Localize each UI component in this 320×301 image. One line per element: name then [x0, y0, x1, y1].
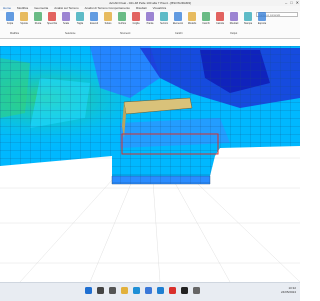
tool-label: Sezioni [160, 22, 168, 25]
grid-icon[interactable] [132, 12, 140, 21]
system-tray[interactable]: 10:32 24/05/2024 [281, 286, 296, 294]
search-icon[interactable] [97, 287, 104, 294]
loads-icon[interactable] [202, 12, 210, 21]
copy-icon[interactable] [6, 12, 14, 21]
cad-app-icon[interactable] [169, 287, 176, 294]
task-view-icon[interactable] [109, 287, 116, 294]
rotate-icon[interactable] [34, 12, 42, 21]
tool-label: Verifica [118, 22, 126, 25]
scale-icon[interactable] [62, 12, 70, 21]
check-icon[interactable] [118, 12, 126, 21]
tool-label: Elemento [172, 22, 184, 25]
tool-label: Copia [6, 22, 14, 25]
calculate-icon[interactable] [216, 12, 224, 21]
extend-icon[interactable] [90, 12, 98, 21]
ribbon-group-label: Selezione [65, 32, 76, 35]
tool-label: Scala [63, 22, 69, 25]
edge-icon[interactable] [133, 287, 140, 294]
clock-date: 24/05/2024 [280, 290, 296, 294]
store-icon[interactable] [145, 287, 152, 294]
export-icon[interactable] [258, 12, 266, 21]
section-icon[interactable] [160, 12, 168, 21]
plan-icon[interactable] [146, 12, 154, 21]
ribbon-group-label: Modifica [10, 32, 19, 35]
ribbon-group-label: Strumenti [120, 32, 131, 35]
tool-label: Estendi [90, 22, 98, 25]
tool-label: Esporta [257, 22, 267, 25]
model-icon[interactable] [188, 12, 196, 21]
tool-label: Pianta [146, 22, 154, 25]
ribbon-group-label: Carichi [175, 32, 183, 35]
results-icon[interactable] [230, 12, 238, 21]
mail-icon[interactable] [157, 287, 164, 294]
trim-icon[interactable] [76, 12, 84, 21]
slab-icon[interactable] [104, 12, 112, 21]
tool-label: Sposta [20, 22, 28, 25]
start-icon[interactable] [85, 287, 92, 294]
tool-label: Stampa [243, 22, 253, 25]
tool-label: Carichi [202, 22, 210, 25]
move-icon[interactable] [20, 12, 28, 21]
settings-icon[interactable] [193, 287, 200, 294]
mirror-icon[interactable] [48, 12, 56, 21]
windows-taskbar: 10:32 24/05/2024 [0, 282, 300, 301]
ribbon-toolbar: Cerca un comando Copia Sposta Ruota Specchi… [0, 11, 300, 39]
tool-label: Risultati [229, 22, 239, 25]
tool-label: Griglia [132, 22, 140, 25]
fem-contour-plot [0, 46, 301, 283]
tool-label: Modello [187, 22, 197, 25]
element-icon[interactable] [174, 12, 182, 21]
terminal-icon[interactable] [181, 287, 188, 294]
print-icon[interactable] [244, 12, 252, 21]
ribbon-group-label: Output [230, 32, 238, 35]
tool-label: Specchia [47, 22, 57, 25]
tool-label: Calcola [216, 22, 224, 25]
tool-label: Solaio [104, 22, 112, 25]
explorer-icon[interactable] [121, 287, 128, 294]
tool-label: Ruota [34, 22, 42, 25]
model-viewport[interactable] [0, 38, 301, 283]
tool-label: Taglia [76, 22, 84, 25]
